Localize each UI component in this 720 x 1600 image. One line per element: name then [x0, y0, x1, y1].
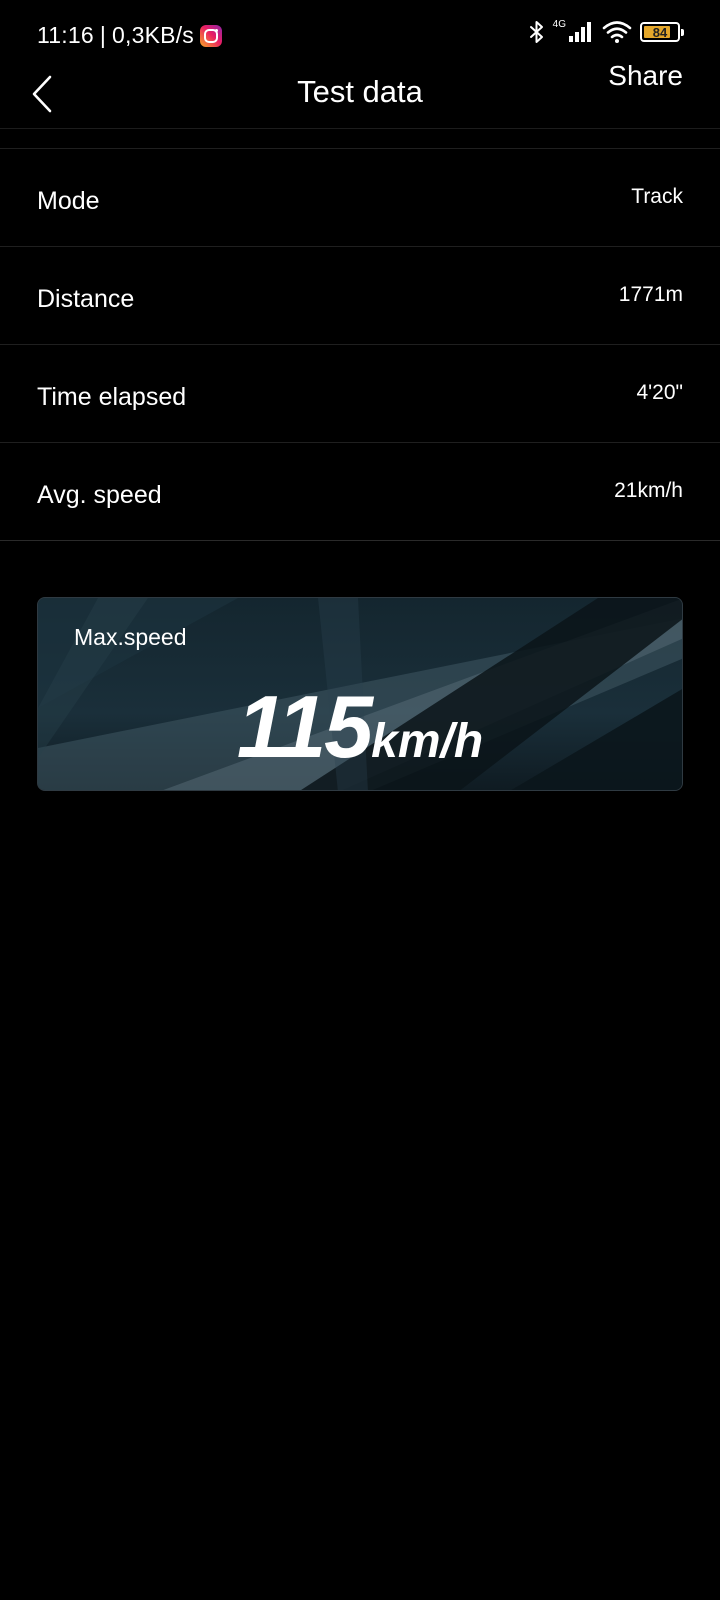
instagram-icon: [200, 24, 222, 47]
row-distance: Distance 1771m: [0, 246, 720, 344]
status-separator: |: [99, 22, 107, 48]
signal-icon: [569, 22, 591, 42]
row-label: Avg. speed: [37, 481, 162, 509]
max-speed-card: Max.speed 115km/h: [37, 597, 683, 791]
bluetooth-icon: [529, 21, 543, 43]
max-speed-unit: km/h: [371, 715, 484, 768]
row-label: Distance: [37, 285, 135, 313]
row-value: 21km/h: [614, 479, 683, 502]
status-time: 11:16: [37, 22, 94, 48]
network-type: 4G: [552, 18, 566, 30]
header-divider: [0, 128, 720, 129]
max-speed-value: 115km/h: [38, 676, 682, 778]
row-time-elapsed: Time elapsed 4'20": [0, 344, 720, 442]
test-data-list: Mode Track Distance 1771m Time elapsed 4…: [0, 148, 720, 541]
row-label: Time elapsed: [37, 383, 187, 411]
wifi-icon: [602, 21, 632, 43]
row-mode: Mode Track: [0, 148, 720, 246]
row-value: Track: [631, 185, 683, 208]
max-speed-label: Max.speed: [74, 624, 187, 650]
status-net-speed: 0,3KB/s: [112, 22, 194, 48]
row-label: Mode: [37, 187, 100, 215]
status-left: 11:16 | 0,3KB/s: [37, 22, 222, 49]
max-speed-number: 115: [236, 677, 373, 776]
app-header: Test data Share: [0, 60, 720, 128]
status-right: 4G 84: [529, 18, 684, 44]
battery-icon: 84: [640, 22, 684, 42]
row-value: 1771m: [618, 283, 683, 306]
share-button[interactable]: Share: [608, 60, 683, 92]
row-avg-speed: Avg. speed 21km/h: [0, 442, 720, 541]
row-value: 4'20": [636, 381, 683, 404]
battery-percent: 84: [652, 24, 668, 40]
